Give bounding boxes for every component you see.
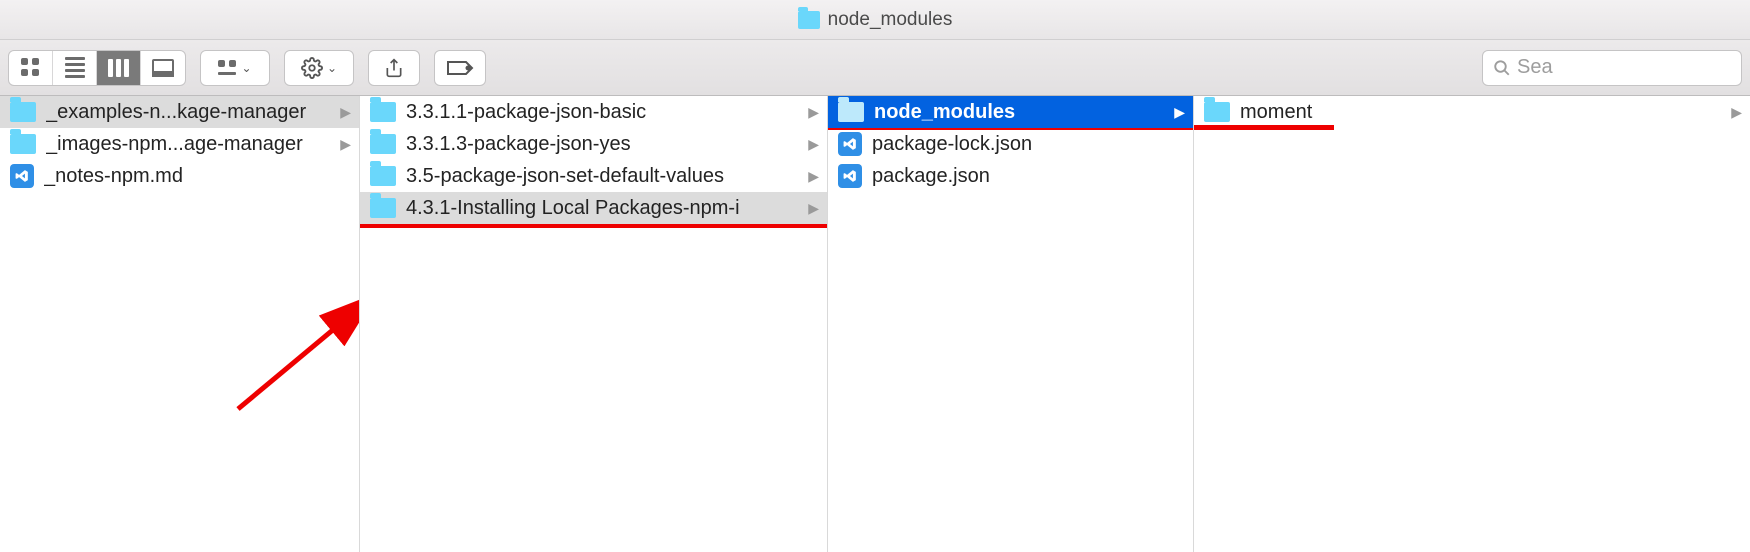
search-placeholder: Sea — [1517, 56, 1553, 79]
folder-icon — [10, 102, 36, 122]
item-label: moment — [1240, 101, 1725, 124]
titlebar: node_modules — [0, 0, 1750, 40]
chevron-right-icon: ▶ — [802, 104, 819, 121]
item-label: _examples-n...kage-manager — [46, 101, 334, 124]
folder-icon — [838, 102, 864, 122]
item-label: 3.5-package-json-set-default-values — [406, 165, 802, 188]
vscode-file-icon — [838, 164, 862, 188]
vscode-file-icon — [838, 132, 862, 156]
gallery-view-button[interactable] — [141, 51, 185, 85]
chevron-right-icon: ▶ — [334, 136, 351, 153]
column-1[interactable]: _examples-n...kage-manager ▶ _images-npm… — [0, 96, 360, 552]
folder-item[interactable]: _examples-n...kage-manager ▶ — [0, 96, 359, 128]
chevron-right-icon: ▶ — [334, 104, 351, 121]
folder-icon — [370, 134, 396, 154]
item-label: _notes-npm.md — [44, 165, 351, 188]
icon-view-button[interactable] — [9, 51, 53, 85]
folder-icon — [370, 198, 396, 218]
list-icon — [65, 57, 85, 78]
column-view-button[interactable] — [97, 51, 141, 85]
action-menu-button[interactable]: ⌄ — [284, 50, 354, 86]
item-label: node_modules — [874, 101, 1168, 124]
file-item[interactable]: package.json — [828, 160, 1193, 192]
column-browser: _examples-n...kage-manager ▶ _images-npm… — [0, 96, 1750, 552]
chevron-right-icon: ▶ — [802, 136, 819, 153]
group-by-button[interactable]: ⌄ — [200, 50, 270, 86]
annotation-arrow — [230, 291, 360, 421]
folder-item[interactable]: node_modules ▶ — [828, 96, 1193, 128]
item-label: package-lock.json — [872, 133, 1185, 156]
item-label: 3.3.1.3-package-json-yes — [406, 133, 802, 156]
folder-item[interactable]: 3.5-package-json-set-default-values ▶ — [360, 160, 827, 192]
share-icon — [384, 57, 404, 79]
chevron-down-icon: ⌄ — [241, 61, 251, 75]
group-icon — [218, 60, 237, 75]
chevron-down-icon: ⌄ — [327, 61, 337, 75]
folder-icon — [370, 102, 396, 122]
tag-icon — [446, 58, 474, 78]
folder-icon — [798, 11, 820, 29]
chevron-right-icon: ▶ — [802, 200, 819, 217]
folder-icon — [1204, 102, 1230, 122]
chevron-right-icon: ▶ — [802, 168, 819, 185]
chevron-right-icon: ▶ — [1168, 104, 1185, 121]
view-mode-group — [8, 50, 186, 86]
columns-icon — [108, 59, 129, 77]
grid-icon — [21, 58, 40, 77]
column-2[interactable]: 3.3.1.1-package-json-basic ▶ 3.3.1.3-pac… — [360, 96, 828, 552]
search-input[interactable]: Sea — [1482, 50, 1742, 86]
folder-icon — [10, 134, 36, 154]
list-view-button[interactable] — [53, 51, 97, 85]
folder-icon — [370, 166, 396, 186]
column-4[interactable]: moment ▶ — [1194, 96, 1750, 552]
item-label: 3.3.1.1-package-json-basic — [406, 101, 802, 124]
tags-button[interactable] — [434, 50, 486, 86]
column-3[interactable]: node_modules ▶ package-lock.json package… — [828, 96, 1194, 552]
vscode-file-icon — [10, 164, 34, 188]
folder-item[interactable]: moment ▶ — [1194, 96, 1750, 128]
folder-item[interactable]: 3.3.1.1-package-json-basic ▶ — [360, 96, 827, 128]
file-item[interactable]: _notes-npm.md — [0, 160, 359, 192]
toolbar: ⌄ ⌄ Sea — [0, 40, 1750, 96]
item-label: 4.3.1-Installing Local Packages-npm-i — [406, 197, 802, 220]
folder-item[interactable]: _images-npm...age-manager ▶ — [0, 128, 359, 160]
folder-item[interactable]: 4.3.1-Installing Local Packages-npm-i ▶ — [360, 192, 827, 224]
item-label: package.json — [872, 165, 1185, 188]
file-item[interactable]: package-lock.json — [828, 128, 1193, 160]
gear-icon — [301, 57, 323, 79]
window-title: node_modules — [828, 9, 953, 31]
search-icon — [1493, 59, 1511, 77]
gallery-icon — [152, 59, 174, 77]
chevron-right-icon: ▶ — [1725, 104, 1742, 121]
item-label: _images-npm...age-manager — [46, 133, 334, 156]
share-button[interactable] — [368, 50, 420, 86]
folder-item[interactable]: 3.3.1.3-package-json-yes ▶ — [360, 128, 827, 160]
